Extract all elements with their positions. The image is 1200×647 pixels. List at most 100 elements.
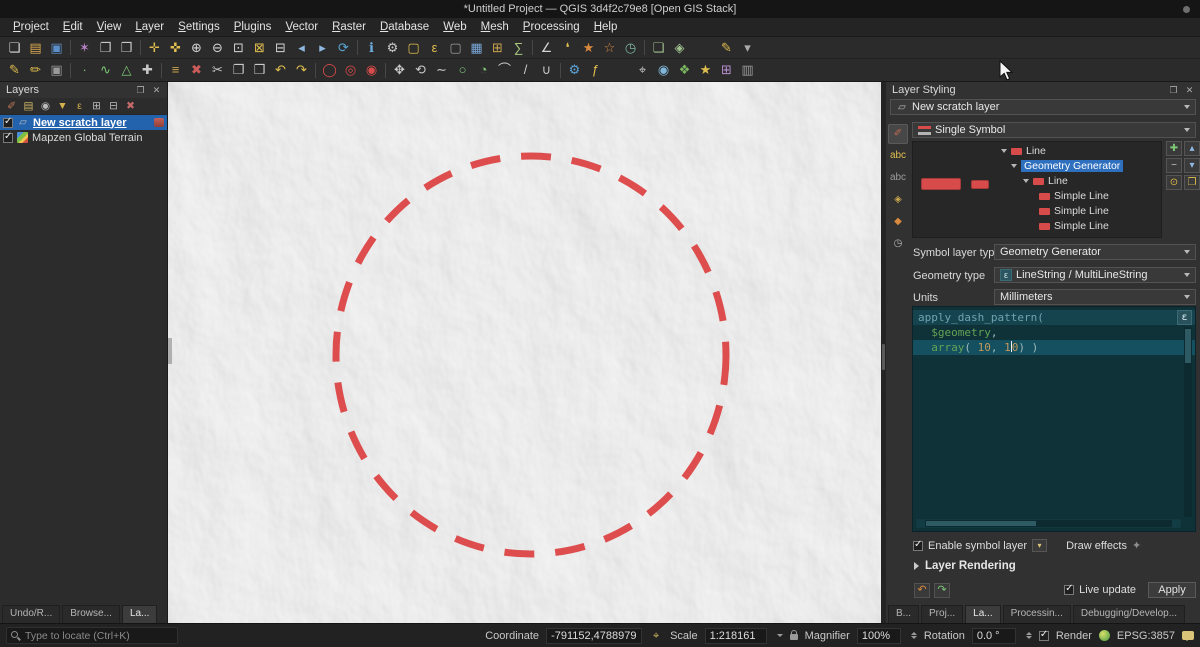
symbol-node-line[interactable]: Line xyxy=(1001,144,1046,158)
magnifier-spinbox[interactable]: 100% xyxy=(857,628,901,644)
crs-value[interactable]: EPSG:3857 xyxy=(1117,630,1175,642)
pan-to-selection-icon[interactable]: ✜ xyxy=(165,38,186,58)
move-symbol-layer-down-icon[interactable]: ▾ xyxy=(1184,158,1200,173)
reshape-features-icon[interactable]: ⌒ xyxy=(494,60,515,80)
magnifier-spinner[interactable] xyxy=(911,632,917,639)
render-checkbox[interactable] xyxy=(1039,631,1049,641)
menu-database[interactable]: Database xyxy=(373,18,436,37)
open-attribute-table-icon[interactable]: ▦ xyxy=(466,38,487,58)
live-update-checkbox[interactable] xyxy=(1064,585,1074,595)
expander-icon[interactable] xyxy=(1023,179,1029,183)
new-print-layout-icon[interactable]: ❐ xyxy=(95,38,116,58)
symbol-node-line-2[interactable]: Line xyxy=(1023,174,1068,188)
coordinate-input[interactable]: -791152,4788979 xyxy=(546,628,642,644)
dock-tab-proj[interactable]: Proj... xyxy=(921,605,963,623)
editor-vertical-scrollbar[interactable] xyxy=(1184,327,1192,517)
expression-editor[interactable]: apply_dash_pattern( $geometry, array( 10… xyxy=(912,306,1196,532)
open-layer-styling-panel-icon[interactable]: ✐ xyxy=(3,99,20,114)
remove-layer-icon[interactable]: ✖ xyxy=(122,99,139,114)
layer-rendering-section[interactable]: Layer Rendering xyxy=(914,560,1016,572)
symbol-node-simple-line-2[interactable]: Simple Line xyxy=(1039,204,1109,218)
history-tab-icon[interactable]: ◷ xyxy=(888,234,908,254)
lock-symbol-layer-icon[interactable]: ⊙ xyxy=(1166,175,1182,190)
paste-features-icon[interactable]: ❒ xyxy=(249,60,270,80)
new-project-icon[interactable]: ❏ xyxy=(4,38,25,58)
current-edits-icon[interactable]: ✎ xyxy=(4,60,25,80)
open-expression-builder-button[interactable]: ε xyxy=(1177,310,1192,325)
symbol-node-geometry-generator[interactable]: Geometry Generator xyxy=(1011,159,1123,173)
menu-web[interactable]: Web xyxy=(436,18,473,37)
panel-resize-grip[interactable] xyxy=(168,338,172,364)
window-button[interactable] xyxy=(1183,6,1190,13)
dock-tab-undor[interactable]: Undo/R... xyxy=(2,605,60,623)
circle-from-2-points-icon[interactable]: ◯ xyxy=(319,60,340,80)
geometry-type-select[interactable]: ε LineString / MultiLineString xyxy=(994,267,1196,283)
menu-layer[interactable]: Layer xyxy=(128,18,171,37)
cut-features-icon[interactable]: ✂ xyxy=(207,60,228,80)
undo-icon[interactable]: ↶ xyxy=(270,60,291,80)
editor-horizontal-scrollbar[interactable] xyxy=(916,519,1181,528)
new-spatial-bookmark-icon[interactable]: ★ xyxy=(578,38,599,58)
expander-icon[interactable] xyxy=(1001,149,1007,153)
select-by-expression-icon[interactable]: ε xyxy=(424,38,445,58)
zoom-full-icon[interactable]: ⊡ xyxy=(228,38,249,58)
scale-dropdown-arrow[interactable] xyxy=(777,634,783,637)
open-console-icon[interactable]: ▥ xyxy=(737,60,758,80)
dock-tab-browse[interactable]: Browse... xyxy=(62,605,120,623)
save-project-icon[interactable]: ▣ xyxy=(46,38,67,58)
symbol-layer-type-select[interactable]: Geometry Generator xyxy=(994,244,1196,260)
delete-selected-icon[interactable]: ✖ xyxy=(186,60,207,80)
float-panel-icon[interactable]: ❐ xyxy=(1167,84,1180,97)
python-console-icon[interactable]: ƒ xyxy=(585,60,606,80)
new-map-view-icon[interactable]: ❏ xyxy=(648,38,669,58)
processing-toolbox-icon[interactable]: ⚙ xyxy=(564,60,585,80)
new-3d-map-view-icon[interactable]: ◈ xyxy=(669,38,690,58)
layer-visibility-checkbox[interactable] xyxy=(3,133,13,143)
redo-style-button[interactable]: ↷ xyxy=(934,583,950,598)
menu-vector[interactable]: Vector xyxy=(278,18,325,37)
menu-plugins[interactable]: Plugins xyxy=(227,18,279,37)
move-feature-icon[interactable]: ✥ xyxy=(389,60,410,80)
lock-scale-icon[interactable] xyxy=(790,634,798,640)
run-feature-action-icon[interactable]: ⚙ xyxy=(382,38,403,58)
close-panel-icon[interactable]: ✕ xyxy=(1183,84,1196,97)
apply-button[interactable]: Apply xyxy=(1148,582,1196,598)
add-line-feature-icon[interactable]: ∿ xyxy=(95,60,116,80)
copy-features-icon[interactable]: ❐ xyxy=(228,60,249,80)
rotation-spinbox[interactable]: 0.0 ° xyxy=(972,628,1016,644)
plugin-builder-icon[interactable]: ⊞ xyxy=(716,60,737,80)
split-features-icon[interactable]: / xyxy=(515,60,536,80)
menu-help[interactable]: Help xyxy=(587,18,625,37)
toggle-editing-icon[interactable]: ✏ xyxy=(25,60,46,80)
deselect-features-icon[interactable]: ▢ xyxy=(445,38,466,58)
menu-project[interactable]: Project xyxy=(6,18,56,37)
zoom-last-icon[interactable]: ◂ xyxy=(291,38,312,58)
rotation-spinner[interactable] xyxy=(1026,632,1032,639)
symbol-node-simple-line-1[interactable]: Simple Line xyxy=(1039,189,1109,203)
styling-layer-selector[interactable]: ▱ New scratch layer xyxy=(890,99,1196,115)
filter-legend-icon[interactable]: ▼ xyxy=(54,99,71,114)
collapse-all-icon[interactable]: ⊟ xyxy=(105,99,122,114)
messages-icon[interactable] xyxy=(1182,631,1194,640)
save-layer-edits-icon[interactable]: ▣ xyxy=(46,60,67,80)
diagrams-tab-icon[interactable]: ◆ xyxy=(888,212,908,232)
menu-mesh[interactable]: Mesh xyxy=(474,18,516,37)
symbol-mode-selector[interactable]: Single Symbol xyxy=(912,122,1196,138)
modify-attributes-icon[interactable]: ≡ xyxy=(165,60,186,80)
metasearch-icon[interactable]: ★ xyxy=(695,60,716,80)
add-group-icon[interactable]: ▤ xyxy=(20,99,37,114)
osm-place-search-icon[interactable]: ◉ xyxy=(653,60,674,80)
menu-settings[interactable]: Settings xyxy=(171,18,227,37)
dock-tab-la[interactable]: La... xyxy=(122,605,157,623)
undo-style-button[interactable]: ↶ xyxy=(914,583,930,598)
layout-manager-icon[interactable]: ❒ xyxy=(116,38,137,58)
labels-tab-icon[interactable]: abc xyxy=(888,146,908,166)
remove-symbol-layer-icon[interactable]: − xyxy=(1166,158,1182,173)
new-annotation-icon[interactable]: ✎ xyxy=(716,38,737,58)
temporal-controller-icon[interactable]: ◷ xyxy=(620,38,641,58)
enable-symbol-layer-checkbox[interactable] xyxy=(913,541,923,551)
dock-tab-debuggingdevelop[interactable]: Debugging/Develop... xyxy=(1073,605,1185,623)
expander-icon[interactable] xyxy=(1011,164,1017,168)
merge-features-icon[interactable]: ∪ xyxy=(536,60,557,80)
statistical-summary-icon[interactable]: ∑ xyxy=(508,38,529,58)
